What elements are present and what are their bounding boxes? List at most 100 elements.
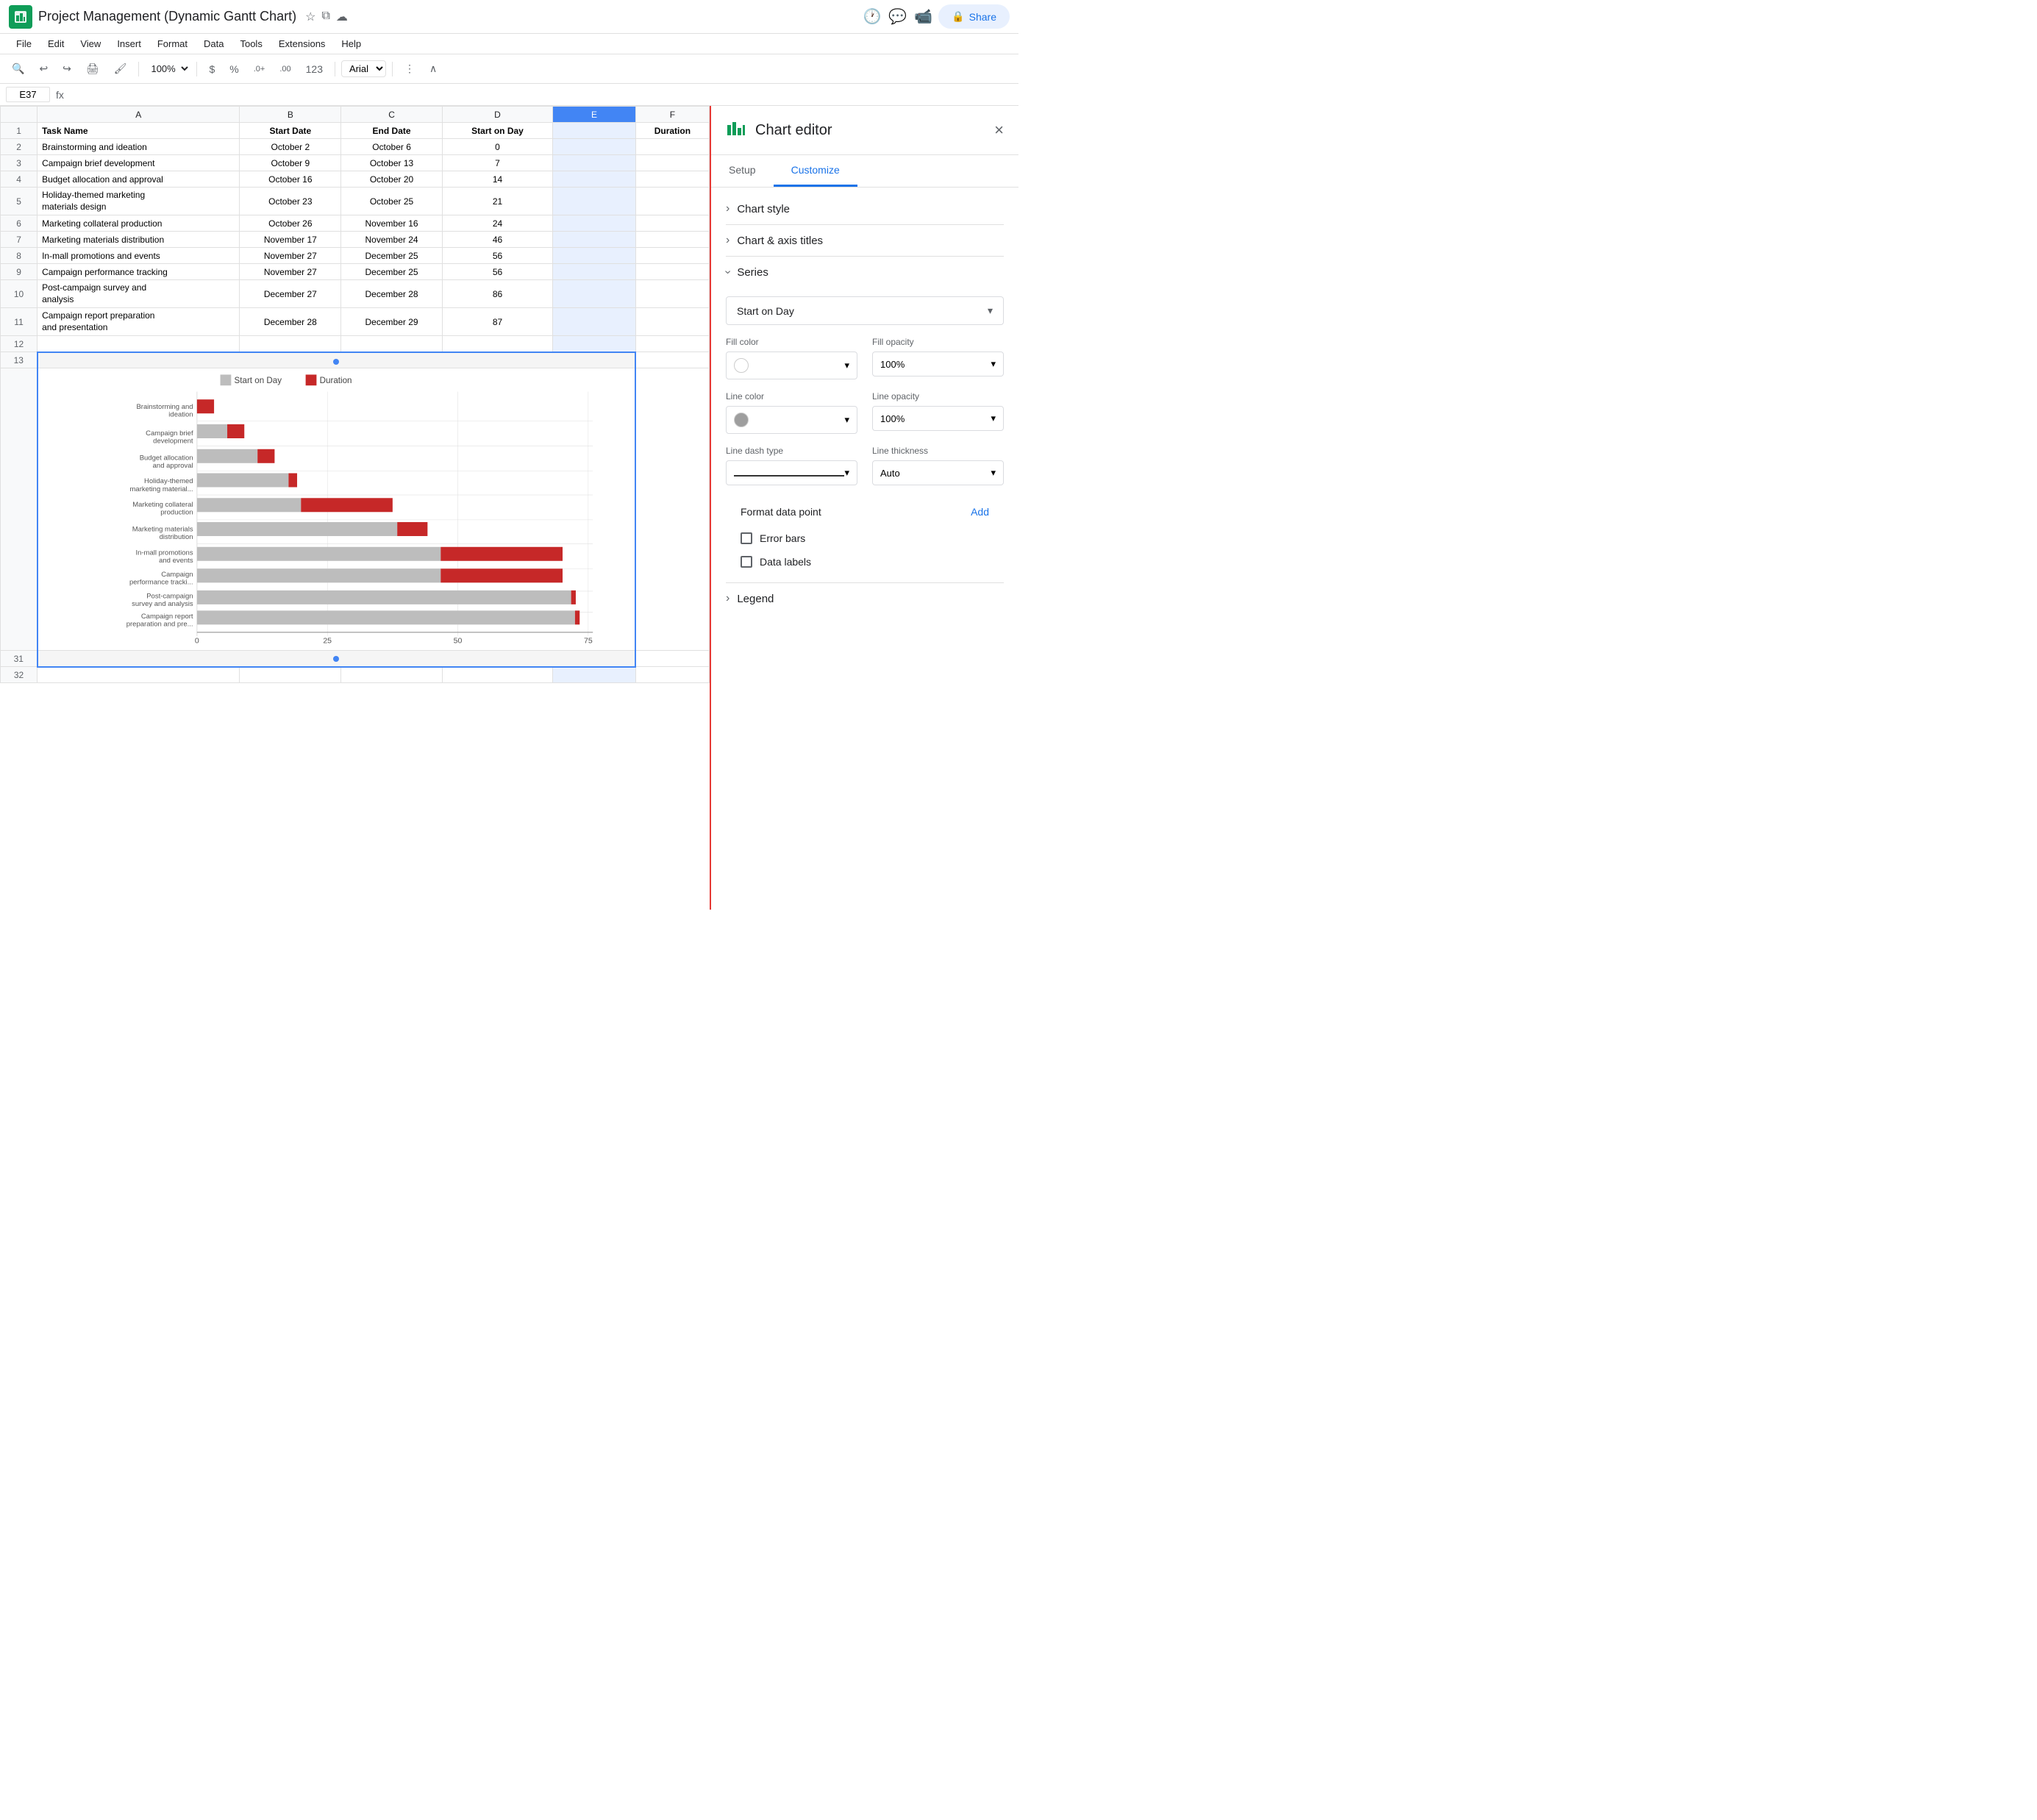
- start-day-cell[interactable]: 24: [442, 215, 552, 232]
- history-icon[interactable]: 🕐: [863, 7, 881, 26]
- line-opacity-control[interactable]: 100% ▾: [872, 406, 1004, 431]
- duration-cell[interactable]: [635, 188, 709, 215]
- menu-tools[interactable]: Tools: [232, 35, 269, 52]
- share-button[interactable]: 🔒 Share: [938, 4, 1010, 29]
- task-cell[interactable]: Campaign performance tracking: [38, 264, 240, 280]
- tab-customize[interactable]: Customize: [774, 155, 857, 187]
- start-day-cell[interactable]: 56: [442, 264, 552, 280]
- search-button[interactable]: 🔍: [6, 60, 30, 78]
- start-day-cell[interactable]: 46: [442, 232, 552, 248]
- zoom-select[interactable]: 100%: [145, 61, 190, 76]
- header-e[interactable]: [553, 123, 636, 139]
- col-header-f[interactable]: F: [635, 107, 709, 123]
- undo-button[interactable]: ↩: [33, 60, 54, 78]
- duration-cell[interactable]: [635, 264, 709, 280]
- empty-cell[interactable]: [38, 667, 240, 683]
- start-date-cell[interactable]: December 28: [240, 308, 341, 336]
- start-date-cell[interactable]: October 16: [240, 171, 341, 188]
- menu-format[interactable]: Format: [150, 35, 195, 52]
- menu-help[interactable]: Help: [334, 35, 368, 52]
- col-header-a[interactable]: A: [38, 107, 240, 123]
- task-cell[interactable]: Marketing collateral production: [38, 215, 240, 232]
- end-date-cell[interactable]: October 13: [341, 155, 443, 171]
- menu-edit[interactable]: Edit: [40, 35, 71, 52]
- start-date-cell[interactable]: November 27: [240, 248, 341, 264]
- start-day-cell[interactable]: 87: [442, 308, 552, 336]
- task-cell[interactable]: Budget allocation and approval: [38, 171, 240, 188]
- task-cell[interactable]: Brainstorming and ideation: [38, 139, 240, 155]
- chart-axis-titles-section[interactable]: › Chart & axis titles: [711, 225, 1018, 256]
- task-cell[interactable]: Campaign report preparationand presentat…: [38, 308, 240, 336]
- drive-icon[interactable]: ⧉: [321, 10, 329, 24]
- end-date-cell[interactable]: December 28: [341, 280, 443, 308]
- e-cell[interactable]: [553, 667, 636, 683]
- end-date-cell[interactable]: October 6: [341, 139, 443, 155]
- task-cell[interactable]: Holiday-themed marketingmaterials design: [38, 188, 240, 215]
- cloud-icon[interactable]: ☁: [336, 10, 348, 24]
- comment-icon[interactable]: 💬: [888, 7, 907, 26]
- menu-file[interactable]: File: [9, 35, 39, 52]
- data-labels-checkbox[interactable]: [741, 556, 752, 568]
- font-select[interactable]: Arial: [341, 60, 386, 77]
- empty-cell[interactable]: [635, 352, 709, 368]
- duration-cell[interactable]: [635, 232, 709, 248]
- empty-cell[interactable]: [38, 336, 240, 352]
- dec-decrease-button[interactable]: .00: [274, 62, 296, 76]
- collapse-toolbar-button[interactable]: ∧: [424, 60, 443, 78]
- end-date-cell[interactable]: October 25: [341, 188, 443, 215]
- start-date-cell[interactable]: November 17: [240, 232, 341, 248]
- empty-cell[interactable]: [635, 651, 709, 667]
- duration-cell[interactable]: [635, 308, 709, 336]
- header-end-date[interactable]: End Date: [341, 123, 443, 139]
- col-header-d[interactable]: D: [442, 107, 552, 123]
- end-date-cell[interactable]: December 25: [341, 264, 443, 280]
- line-color-control[interactable]: ▾: [726, 406, 857, 434]
- task-cell[interactable]: In-mall promotions and events: [38, 248, 240, 264]
- percent-button[interactable]: %: [224, 60, 244, 78]
- empty-cell[interactable]: [341, 667, 443, 683]
- empty-cell[interactable]: [240, 667, 341, 683]
- e-cell[interactable]: [553, 171, 636, 188]
- start-date-cell[interactable]: October 9: [240, 155, 341, 171]
- col-header-c[interactable]: C: [341, 107, 443, 123]
- close-chart-editor-button[interactable]: ×: [994, 121, 1004, 140]
- e-cell[interactable]: [553, 336, 636, 352]
- task-cell[interactable]: Campaign brief development: [38, 155, 240, 171]
- series-dropdown[interactable]: Start on Day ▾: [726, 296, 1004, 325]
- tab-setup[interactable]: Setup: [711, 155, 774, 187]
- e-cell[interactable]: [553, 248, 636, 264]
- fill-color-control[interactable]: ▾: [726, 351, 857, 379]
- start-date-cell[interactable]: October 26: [240, 215, 341, 232]
- empty-cell[interactable]: [635, 336, 709, 352]
- empty-cell[interactable]: [635, 667, 709, 683]
- e-cell[interactable]: [553, 280, 636, 308]
- start-day-cell[interactable]: 21: [442, 188, 552, 215]
- menu-view[interactable]: View: [73, 35, 108, 52]
- line-thickness-control[interactable]: Auto ▾: [872, 460, 1004, 485]
- duration-cell[interactable]: [635, 155, 709, 171]
- empty-cell[interactable]: [442, 336, 552, 352]
- menu-data[interactable]: Data: [196, 35, 231, 52]
- duration-cell[interactable]: [635, 248, 709, 264]
- paint-format-button[interactable]: 🖌: [108, 60, 133, 78]
- empty-cell[interactable]: [442, 667, 552, 683]
- grid-container[interactable]: A B C D E F 1 Task Name Start Date End D…: [0, 106, 710, 910]
- start-day-cell[interactable]: 86: [442, 280, 552, 308]
- task-cell[interactable]: Post-campaign survey andanalysis: [38, 280, 240, 308]
- header-task-name[interactable]: Task Name: [38, 123, 240, 139]
- header-duration[interactable]: Duration: [635, 123, 709, 139]
- meet-icon[interactable]: 📹: [914, 7, 932, 26]
- e-cell[interactable]: [553, 215, 636, 232]
- start-day-cell[interactable]: 7: [442, 155, 552, 171]
- duration-cell[interactable]: [635, 280, 709, 308]
- e-cell[interactable]: [553, 188, 636, 215]
- dec-increase-button[interactable]: .0+: [248, 62, 271, 76]
- empty-cell[interactable]: [341, 336, 443, 352]
- end-date-cell[interactable]: November 24: [341, 232, 443, 248]
- duration-cell[interactable]: [635, 171, 709, 188]
- duration-cell[interactable]: [635, 215, 709, 232]
- start-date-cell[interactable]: October 2: [240, 139, 341, 155]
- series-section-header[interactable]: › Series: [711, 257, 1018, 288]
- col-header-e[interactable]: E: [553, 107, 636, 123]
- legend-section[interactable]: › Legend: [711, 583, 1018, 614]
